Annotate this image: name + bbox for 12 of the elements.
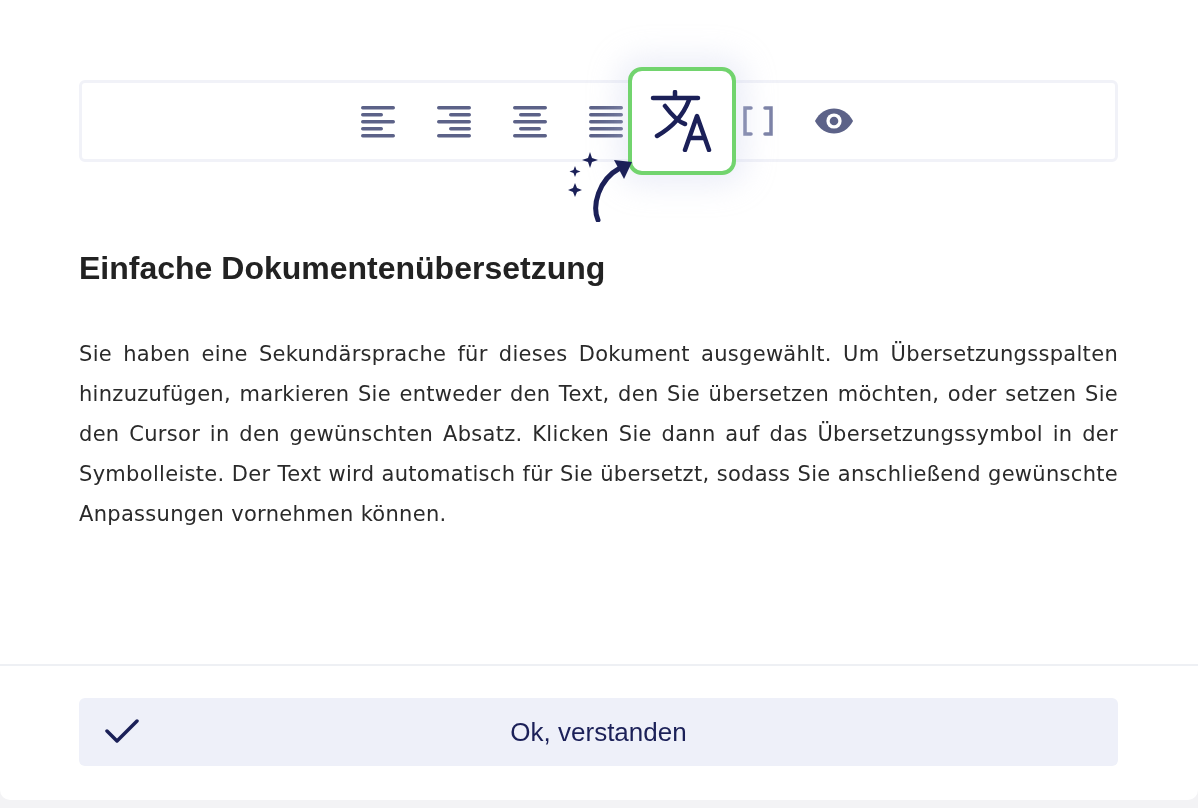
dialog-title: Einfache Dokumentenübersetzung: [79, 249, 607, 288]
align-center-icon: [512, 104, 547, 138]
align-justify-icon: [588, 104, 623, 138]
checkmark-icon: [105, 718, 139, 744]
sparkle-arrow-icon: [567, 152, 634, 222]
description-paragraph: Sie haben eine Sekundärsprache für dieses Dokument ausgewählt. Um Übersetzungsspalten hinzuzufügen, markieren Sie entweder den Text, den Sie übersetzen möchten, oder setzen Sie den Cursor in den gewünschten Absatz. Klicken Sie dann auf das Übersetzungssymbol in der Symbolleiste. Der Text wird automatisch für Sie übersetzt, sodass Sie anschließend gewünschte Anpassungen vornehmen können.: [79, 340, 1118, 528]
brackets-icon: [741, 106, 774, 136]
align-right-icon: [436, 104, 471, 138]
confirm-button[interactable]: Ok, verstanden: [79, 698, 1118, 766]
translate-button[interactable]: [627, 67, 736, 175]
eye-icon: [813, 107, 854, 135]
align-left-icon: [360, 104, 395, 138]
